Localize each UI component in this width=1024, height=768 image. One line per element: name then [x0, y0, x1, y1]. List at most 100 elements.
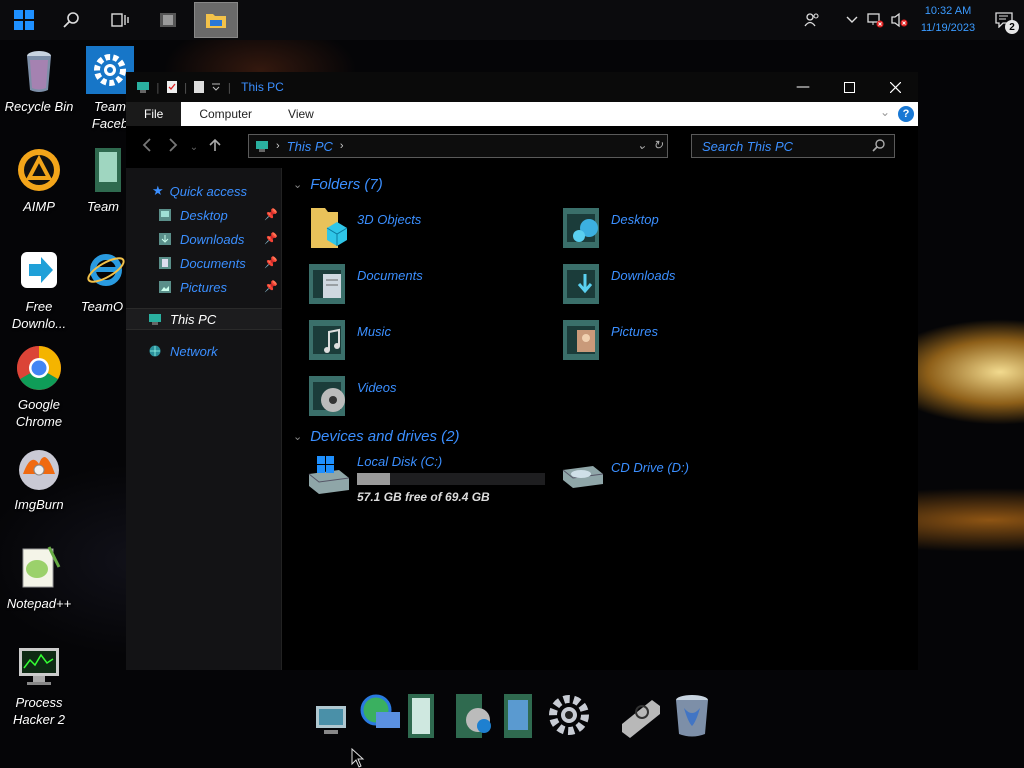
taskbar-app-file-explorer[interactable] [194, 2, 238, 38]
navigation-pane: ★ Quick access Desktop 📌 Downloads 📌 Doc… [126, 168, 282, 670]
dock-settings-icon[interactable] [546, 690, 590, 740]
search-box[interactable] [691, 134, 895, 158]
group-header-folders[interactable]: ⌄ Folders (7) [293, 176, 383, 193]
tab-computer[interactable]: Computer [181, 102, 270, 126]
search-input[interactable] [702, 138, 867, 154]
search-button[interactable] [48, 0, 96, 40]
tab-view[interactable]: View [270, 102, 332, 126]
task-view-icon [111, 13, 129, 27]
internet-explorer-icon [78, 246, 126, 294]
pin-icon[interactable]: 📌 [264, 256, 278, 269]
tab-file[interactable]: File [126, 102, 182, 126]
back-button[interactable] [134, 137, 160, 157]
desktop-icon-label: Recycle Bin [4, 99, 74, 114]
network-icon [149, 345, 161, 357]
drive-name: CD Drive (D:) [611, 460, 689, 475]
address-bar[interactable]: › This PC › ⌄ ↻ [248, 134, 668, 158]
expand-ribbon-icon[interactable]: ⌄ [880, 105, 890, 119]
drive-usage-bar [357, 473, 545, 485]
properties-icon[interactable] [166, 80, 178, 94]
downloads-icon [159, 233, 171, 245]
forward-button[interactable] [160, 137, 186, 157]
arrow-up-icon [209, 138, 221, 151]
nav-item-documents[interactable]: Documents 📌 [126, 252, 282, 274]
drive-item-local-disk-c[interactable]: Local Disk (C:) 57.1 GB free of 69.4 GB [305, 452, 555, 512]
group-header-devices[interactable]: ⌄ Devices and drives (2) [293, 428, 459, 445]
dock-recycle-bin-icon[interactable] [672, 692, 716, 742]
refresh-icon[interactable]: ↻ [653, 138, 663, 152]
dock-shutdown-icon[interactable] [618, 694, 662, 744]
folder-item-downloads[interactable]: Downloads [559, 260, 809, 312]
show-hidden-icons-button[interactable] [840, 0, 864, 40]
imgburn-icon [15, 444, 63, 492]
breadcrumb-separator[interactable]: › [276, 140, 280, 152]
dock-documents-icon[interactable] [406, 690, 450, 740]
desktop-icon-notepadpp[interactable]: Notepad++ [0, 543, 78, 612]
desktop-icon-process-hacker[interactable]: Process Hacker 2 [0, 642, 78, 728]
network-status-button[interactable] [864, 0, 888, 40]
close-button[interactable] [872, 72, 918, 102]
new-folder-icon[interactable] [193, 80, 205, 94]
maximize-icon [843, 81, 855, 93]
taskbar-app-film[interactable] [144, 0, 192, 40]
nav-label: Downloads [180, 231, 245, 247]
breadcrumb-this-pc[interactable]: This PC [287, 139, 333, 154]
desktop-folder-icon [563, 208, 599, 248]
desktop-icon-imgburn[interactable]: ImgBurn [0, 444, 78, 513]
music-folder-icon [309, 320, 345, 360]
folder-item-music[interactable]: Music [305, 316, 555, 368]
maximize-button[interactable] [826, 72, 872, 102]
folder-item-pictures[interactable]: Pictures [559, 316, 809, 368]
pin-icon[interactable]: 📌 [264, 208, 278, 221]
desktop-icon-recycle-bin[interactable]: Recycle Bin [0, 46, 78, 115]
folder-item-desktop[interactable]: Desktop [559, 204, 809, 256]
folder-icon [206, 14, 226, 28]
desktop-icon-label: Process Hacker 2 [12, 695, 66, 727]
nav-quick-access[interactable]: ★ Quick access [126, 180, 282, 202]
drive-usage-fill [357, 473, 391, 485]
nav-item-this-pc[interactable]: This PC [126, 308, 282, 330]
desktop-icon-free-download-manager[interactable]: Free Downlo... [0, 246, 78, 332]
minimize-button[interactable]: — [780, 72, 826, 102]
desktop-icon-team[interactable]: Team [78, 146, 128, 216]
help-icon[interactable]: ? [898, 106, 914, 122]
desktop-icon-teamo[interactable]: TeamO [74, 246, 130, 316]
dock-computer-icon[interactable] [312, 698, 356, 748]
drive-item-cd-drive-d[interactable]: CD Drive (D:) [559, 452, 809, 504]
film-icon [160, 13, 176, 27]
folder-name: Downloads [611, 268, 676, 283]
people-button[interactable] [800, 0, 824, 40]
up-button[interactable] [202, 137, 228, 157]
nav-item-network[interactable]: Network [126, 340, 282, 362]
recent-locations-button[interactable]: ⌄ [186, 142, 202, 153]
address-history-dropdown[interactable]: ⌄ [637, 138, 647, 152]
pin-icon[interactable]: 📌 [264, 232, 278, 245]
nav-item-downloads[interactable]: Downloads 📌 [126, 228, 282, 250]
folder-item-documents[interactable]: Documents [305, 260, 555, 312]
content-pane: ⌄ Folders (7) 3D Objects Desktop Documen… [283, 168, 918, 670]
nav-item-desktop[interactable]: Desktop 📌 [126, 204, 282, 226]
desktop-icon-google-chrome[interactable]: Google Chrome [0, 344, 78, 430]
nav-item-pictures[interactable]: Pictures 📌 [126, 276, 282, 298]
dock-network-icon[interactable] [356, 690, 400, 740]
action-center-button[interactable]: 2 [984, 0, 1024, 40]
navigation-bar: ⌄ › This PC › ⌄ ↻ [126, 126, 918, 168]
volume-button[interactable] [888, 0, 912, 40]
chevron-down-icon[interactable]: ⌄ [293, 430, 302, 443]
dock-media-player-icon[interactable] [454, 690, 498, 740]
chevron-down-icon[interactable]: ⌄ [293, 178, 302, 191]
window-title: This PC [241, 80, 284, 94]
start-button[interactable] [0, 0, 48, 40]
breadcrumb-separator[interactable]: › [340, 140, 344, 152]
dock-pictures-icon[interactable] [502, 690, 546, 740]
desktop-icon-aimp[interactable]: AIMP [0, 146, 78, 215]
windows-logo-icon [14, 10, 34, 30]
folder-item-3d-objects[interactable]: 3D Objects [305, 204, 555, 256]
customize-toolbar-icon[interactable] [211, 82, 221, 92]
task-view-button[interactable] [96, 0, 144, 40]
folder-name: Documents [357, 268, 423, 283]
local-disk-icon [308, 456, 350, 494]
pin-icon[interactable]: 📌 [264, 280, 278, 293]
folder-item-videos[interactable]: Videos [305, 372, 555, 424]
clock[interactable]: 10:32 AM 11/19/2023 [912, 3, 984, 37]
